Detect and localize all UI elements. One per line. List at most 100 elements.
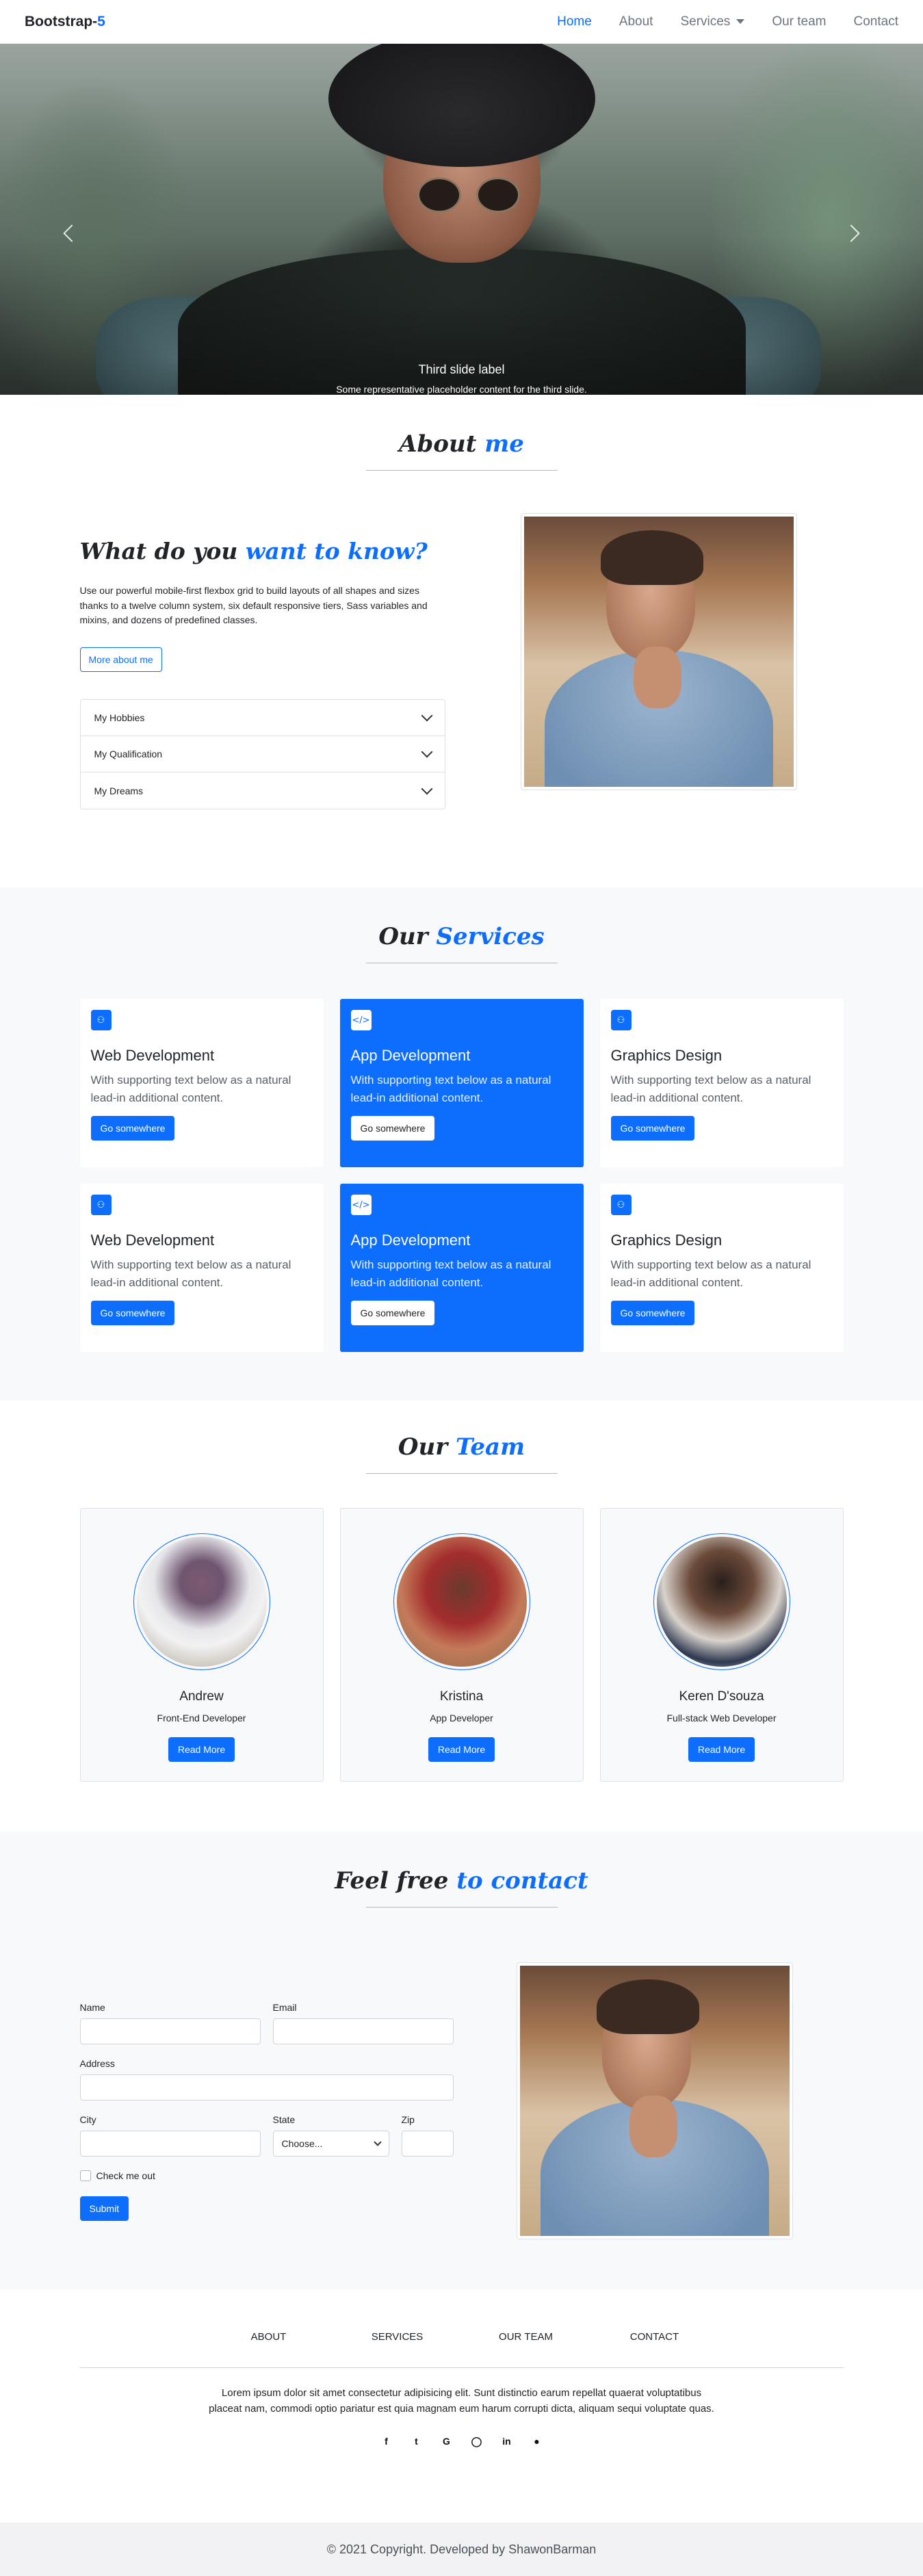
google-icon[interactable]: G xyxy=(439,2433,455,2449)
service-title: Web Development xyxy=(90,1232,215,1249)
footer-link-our-team[interactable]: Our team xyxy=(462,2331,590,2343)
team-card: Kristina App Developer Read More xyxy=(339,1508,584,1782)
linkedin-icon[interactable]: in xyxy=(499,2433,515,2449)
city-input[interactable] xyxy=(79,2131,261,2157)
service-card: </> App Development With supporting text… xyxy=(339,999,584,1167)
avatar xyxy=(656,1537,787,1667)
services-title-accent: Services xyxy=(436,923,545,950)
city-label: City xyxy=(79,2114,96,2125)
about-heading-accent: want to know? xyxy=(245,538,428,564)
divider xyxy=(365,1907,558,1908)
nav-contact[interactable]: Contact xyxy=(854,14,898,29)
more-about-me-button[interactable]: More about me xyxy=(79,647,162,673)
footer-link-about[interactable]: About xyxy=(205,2331,333,2343)
accordion-label: My Dreams xyxy=(94,785,144,796)
accordion-item-dreams[interactable]: My Dreams xyxy=(81,772,445,809)
state-selected: Choose... xyxy=(281,2138,323,2149)
zip-label: Zip xyxy=(401,2114,415,2125)
chevron-down-icon xyxy=(421,710,432,722)
footer: About Services Our team Contact Lorem ip… xyxy=(0,2290,923,2523)
twitter-icon[interactable]: t xyxy=(408,2433,425,2449)
brand-logo[interactable]: Bootstrap-5 xyxy=(25,14,105,30)
go-somewhere-button[interactable]: Go somewhere xyxy=(610,1116,695,1141)
chevron-down-icon xyxy=(421,746,432,758)
team-member-name: Andrew xyxy=(179,1689,224,1704)
address-input[interactable] xyxy=(79,2074,454,2100)
service-card: ⚇ Graphics Design With supporting text b… xyxy=(599,999,844,1167)
checkbox-label: Check me out xyxy=(96,2170,155,2181)
team-section: Our Team Andrew Front-End Developer Read… xyxy=(0,1401,923,1832)
about-title-main: About xyxy=(399,430,477,458)
service-title: Web Development xyxy=(90,1047,215,1064)
caption-title: Third slide label xyxy=(418,363,505,376)
footer-links: About Services Our team Contact xyxy=(0,2331,923,2343)
go-somewhere-button[interactable]: Go somewhere xyxy=(610,1301,695,1325)
team-title: Our Team xyxy=(0,1433,923,1461)
about-photo xyxy=(520,513,797,790)
nav-links: Home About Services Our team Contact xyxy=(530,14,898,29)
team-member-name: Keren D'souza xyxy=(679,1689,764,1704)
hero-carousel: Third slide label Some representative pl… xyxy=(0,44,923,395)
service-cards: ⚇ Web Development With supporting text b… xyxy=(79,999,844,1352)
service-text: With supporting text below as a natural … xyxy=(90,1074,291,1104)
read-more-button[interactable]: Read More xyxy=(168,1737,235,1762)
footer-link-services[interactable]: Services xyxy=(333,2331,462,2343)
team-member-role: Front-End Developer xyxy=(157,1713,246,1723)
name-label: Name xyxy=(79,2002,105,2013)
go-somewhere-button[interactable]: Go somewhere xyxy=(90,1301,175,1325)
people-icon: ⚇ xyxy=(90,1010,112,1030)
team-member-role: Full-stack Web Developer xyxy=(666,1713,777,1723)
service-title: App Development xyxy=(350,1232,471,1249)
accordion-label: My Qualification xyxy=(94,749,163,760)
service-card: </> App Development With supporting text… xyxy=(339,1184,584,1352)
avatar xyxy=(136,1537,267,1667)
about-title: About me xyxy=(0,430,923,458)
check-me-out: Check me out xyxy=(79,2170,454,2181)
nav-our-team[interactable]: Our team xyxy=(772,14,826,29)
copyright-bar: © 2021 Copyright. Developed by ShawonBar… xyxy=(0,2523,923,2576)
service-text: With supporting text below as a natural … xyxy=(350,1258,551,1289)
go-somewhere-button[interactable]: Go somewhere xyxy=(90,1116,175,1141)
nav-home[interactable]: Home xyxy=(557,14,592,29)
code-icon: </> xyxy=(350,1010,372,1030)
submit-button[interactable]: Submit xyxy=(79,2196,129,2221)
accordion-label: My Hobbies xyxy=(94,712,145,724)
zip-input[interactable] xyxy=(401,2131,454,2157)
read-more-button[interactable]: Read More xyxy=(428,1737,495,1762)
code-icon: </> xyxy=(350,1195,372,1215)
team-member-role: App Developer xyxy=(430,1713,493,1723)
name-input[interactable] xyxy=(79,2018,261,2044)
brand-accent: 5 xyxy=(97,13,105,29)
service-text: With supporting text below as a natural … xyxy=(350,1074,551,1104)
about-paragraph: Use our powerful mobile-first flexbox gr… xyxy=(79,585,428,626)
social-icons: f t G ◯ in ● xyxy=(0,2433,923,2449)
group-icon: ⚇ xyxy=(610,1010,632,1030)
go-somewhere-button[interactable]: Go somewhere xyxy=(350,1116,435,1141)
facebook-icon[interactable]: f xyxy=(378,2433,395,2449)
nav-about[interactable]: About xyxy=(619,14,653,29)
email-input[interactable] xyxy=(272,2018,454,2044)
state-select[interactable]: Choose... xyxy=(272,2131,389,2157)
team-title-main: Our xyxy=(398,1433,448,1461)
service-text: With supporting text below as a natural … xyxy=(90,1258,291,1289)
navbar: Bootstrap-5 Home About Services Our team… xyxy=(0,0,923,44)
github-icon[interactable]: ● xyxy=(529,2433,545,2449)
checkbox[interactable] xyxy=(79,2170,91,2181)
contact-form: Name Email Address City State Choose... … xyxy=(79,2002,454,2239)
chevron-down-icon xyxy=(373,2138,382,2146)
team-member-name: Kristina xyxy=(439,1689,484,1704)
divider xyxy=(365,470,558,471)
caption-text: Some representative placeholder content … xyxy=(336,384,587,395)
team-card: Keren D'souza Full-stack Web Developer R… xyxy=(599,1508,844,1782)
service-title: App Development xyxy=(350,1047,471,1064)
read-more-button[interactable]: Read More xyxy=(688,1737,755,1762)
footer-link-contact[interactable]: Contact xyxy=(590,2331,719,2343)
go-somewhere-button[interactable]: Go somewhere xyxy=(350,1301,435,1325)
people-icon: ⚇ xyxy=(90,1195,112,1215)
accordion-item-hobbies[interactable]: My Hobbies xyxy=(80,700,445,737)
team-title-accent: Team xyxy=(456,1433,525,1461)
accordion-item-qualification[interactable]: My Qualification xyxy=(80,736,445,773)
about-content: What do you want to know? Use our powerf… xyxy=(79,538,445,810)
instagram-icon[interactable]: ◯ xyxy=(469,2433,485,2449)
nav-services-dropdown[interactable]: Services xyxy=(680,14,745,29)
